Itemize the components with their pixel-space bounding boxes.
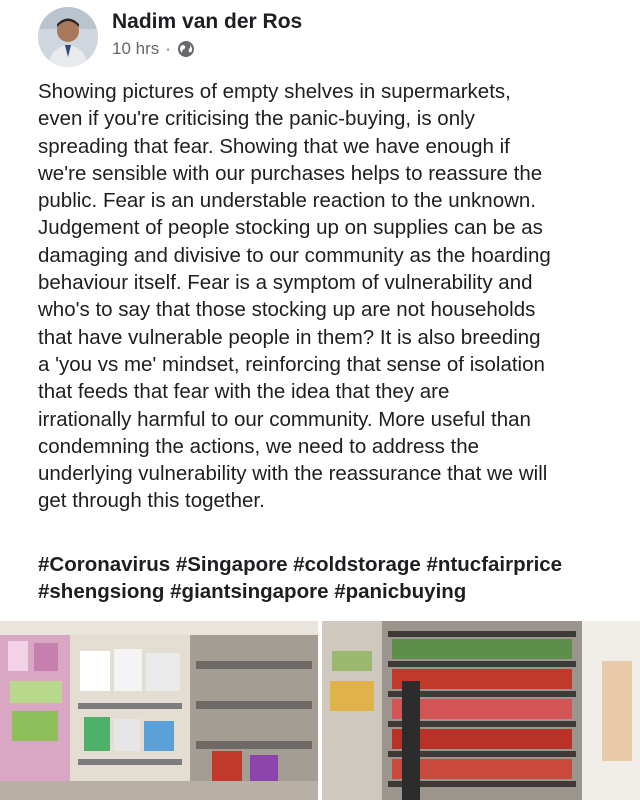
globe-icon[interactable]: [177, 40, 195, 58]
hashtags: #Coronavirus #Singapore #coldstorage #nt…: [38, 551, 628, 606]
post-photo-left[interactable]: [0, 621, 318, 800]
post-time[interactable]: 10 hrs: [112, 39, 159, 59]
post-photo-right[interactable]: [322, 621, 640, 800]
hashtag-singapore[interactable]: #Singapore: [176, 553, 288, 576]
post-meta: 10 hrs ·: [112, 39, 195, 59]
avatar[interactable]: [38, 7, 98, 67]
post-text: Showing pictures of empty shelves in sup…: [38, 80, 551, 513]
hashtag-line-2: #shengsiong #giantsingapore #panicbuying: [38, 578, 628, 605]
hashtag-line-1: #Coronavirus #Singapore #coldstorage #nt…: [38, 551, 628, 578]
author-name[interactable]: Nadim van der Ros: [112, 10, 302, 34]
shelves-image-right: [322, 621, 640, 800]
avatar-image: [38, 7, 98, 67]
meta-separator: ·: [165, 39, 171, 58]
hashtag-giantsingapore[interactable]: #giantsingapore: [170, 580, 328, 603]
post-header: Nadim van der Ros 10 hrs ·: [0, 0, 640, 78]
hashtag-coldstorage[interactable]: #coldstorage: [293, 553, 421, 576]
hashtag-ntucfairprice[interactable]: #ntucfairprice: [427, 553, 563, 576]
hashtag-panicbuying[interactable]: #panicbuying: [334, 580, 466, 603]
hashtag-shengsiong[interactable]: #shengsiong: [38, 580, 164, 603]
hashtag-coronavirus[interactable]: #Coronavirus: [38, 553, 170, 576]
shelves-image-left: [0, 621, 318, 800]
